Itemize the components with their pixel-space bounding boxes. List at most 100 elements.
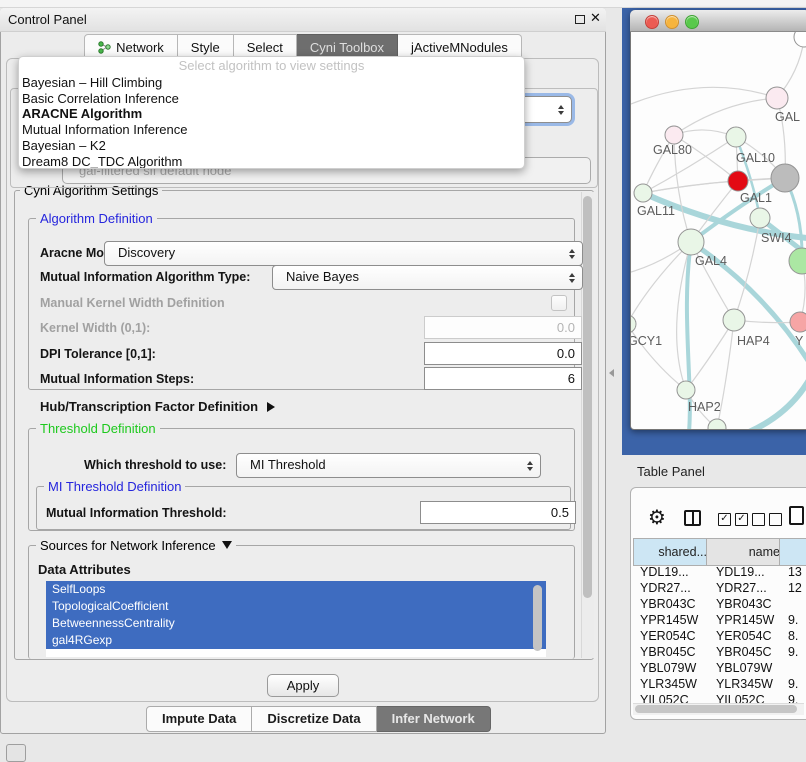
table-row[interactable]: YLR345WYLR345W9. <box>633 676 806 692</box>
node-label-hap2: HAP2 <box>688 400 721 414</box>
tab-infer-network[interactable]: Infer Network <box>377 706 491 732</box>
network-node[interactable] <box>708 419 726 429</box>
table-row[interactable]: YDR27...YDR27...12 <box>633 580 806 596</box>
network-node-gal10[interactable] <box>726 127 746 147</box>
select-all-checks-icon[interactable]: ✓✓ <box>718 513 748 526</box>
algorithm-option[interactable]: Mutual Information Inference <box>19 122 524 138</box>
table-row[interactable]: YPR145WYPR145W9. <box>633 612 806 628</box>
export-table-icon[interactable] <box>789 506 804 525</box>
table-row[interactable]: YER054CYER054C8. <box>633 628 806 644</box>
sources-title: Sources for Network Inference <box>40 538 216 553</box>
attribute-list-item[interactable]: BetweennessCentrality <box>46 615 546 632</box>
split-columns-icon[interactable] <box>684 510 701 526</box>
attributes-scrollbar-thumb[interactable] <box>533 585 542 651</box>
minimize-traffic-icon[interactable] <box>665 15 679 29</box>
mi-steps-input[interactable] <box>424 367 582 390</box>
table-row[interactable]: YBL079WYBL079W <box>633 660 806 676</box>
network-node-hap2[interactable] <box>677 381 695 399</box>
network-node-hap4[interactable] <box>723 309 745 331</box>
network-node-gal80[interactable] <box>665 126 683 144</box>
table-cell: YER054C <box>706 628 782 644</box>
network-node-gal1[interactable] <box>728 171 748 191</box>
algorithm-option[interactable]: Bayesian – Hill Climbing <box>19 75 524 91</box>
algorithm-option[interactable]: ARACNE Algorithm <box>19 106 524 122</box>
column-header-shared...[interactable]: shared... <box>633 538 716 566</box>
attribute-list-item[interactable]: gal4RGexp <box>46 632 546 649</box>
settings-scrollbar-thumb[interactable] <box>583 196 592 598</box>
network-edge[interactable] <box>749 380 806 429</box>
algorithm-option[interactable]: Basic Correlation Inference <box>19 91 524 107</box>
column-header-extra[interactable] <box>779 538 806 566</box>
table-row[interactable]: YIL052CYIL052C9. <box>633 692 806 703</box>
algorithm-popup-hint: Select algorithm to view settings <box>19 57 524 75</box>
algorithm-dropdown-popup: Select algorithm to view settings Bayesi… <box>18 56 525 169</box>
mi-type-value: Naive Bayes <box>286 269 359 284</box>
hub-section-toggle[interactable]: Hub/Transcription Factor Definition <box>40 399 275 414</box>
network-node-gal[interactable] <box>766 87 788 109</box>
table-hscrollbar-thumb[interactable] <box>635 705 797 713</box>
network-node-gal11[interactable] <box>634 184 652 202</box>
which-threshold-label: Which threshold to use: <box>84 458 226 472</box>
mi-type-combobox[interactable]: Naive Bayes <box>272 265 583 290</box>
apply-button[interactable]: Apply <box>267 674 339 697</box>
table-cell: YLR345W <box>706 676 782 692</box>
network-node-gal4[interactable] <box>678 229 704 255</box>
combo-stepper-icon <box>569 249 575 259</box>
network-canvas[interactable]: GALGAL80GAL10GAL1GAL11SWI4GAL4GCY1HAP4YH… <box>631 32 806 429</box>
collapse-down-icon <box>222 541 232 549</box>
table-row[interactable]: YBR043CYBR043C <box>633 596 806 612</box>
splitter-collapse-icon[interactable] <box>609 369 614 377</box>
manual-kernel-checkbox[interactable] <box>551 295 567 311</box>
tab-discretize-data[interactable]: Discretize Data <box>252 706 376 732</box>
algorithm-option[interactable]: Dream8 DC_TDC Algorithm <box>19 154 524 169</box>
gear-icon[interactable]: ⚙ <box>648 505 666 530</box>
table-cell: YBR045C <box>633 644 706 660</box>
table-cell <box>782 596 806 612</box>
node-label-gal80: GAL80 <box>653 143 692 157</box>
aracne-mode-combobox[interactable]: Discovery <box>104 241 583 266</box>
table-cell: YDR27... <box>706 580 782 596</box>
table-panel-title: Table Panel <box>637 464 705 479</box>
network-node[interactable] <box>771 164 799 192</box>
kernel-width-input[interactable] <box>424 316 582 339</box>
table-cell: 12 <box>782 580 806 596</box>
table-cell: YLR345W <box>633 676 706 692</box>
which-threshold-combobox[interactable]: MI Threshold <box>236 453 541 478</box>
network-edge[interactable] <box>631 242 691 324</box>
network-node-swi4[interactable] <box>750 208 770 228</box>
node-label-y: Y <box>795 334 804 348</box>
restore-panel-button[interactable] <box>6 744 26 762</box>
float-panel-icon[interactable] <box>575 15 585 24</box>
network-edge[interactable] <box>631 87 777 104</box>
sources-legend[interactable]: Sources for Network Inference <box>36 538 236 553</box>
table-row[interactable]: YBR045CYBR045C9. <box>633 644 806 660</box>
column-header-name[interactable]: name <box>706 538 789 566</box>
close-traffic-icon[interactable] <box>645 15 659 29</box>
combo-stepper-icon <box>527 461 533 471</box>
algorithm-option[interactable]: Bayesian – K2 <box>19 138 524 154</box>
network-node[interactable] <box>789 248 806 274</box>
close-icon[interactable]: ✕ <box>590 10 601 26</box>
attribute-list-item[interactable]: SelfLoops <box>46 581 546 598</box>
combo-stepper-icon <box>569 273 575 283</box>
network-node-gcy1[interactable] <box>631 315 636 333</box>
table-cell <box>782 660 806 676</box>
network-edge[interactable] <box>674 98 777 135</box>
network-node[interactable] <box>794 32 806 47</box>
mi-threshold-input[interactable] <box>420 501 576 524</box>
table-cell: 9. <box>782 644 806 660</box>
tab-impute-data[interactable]: Impute Data <box>146 706 252 732</box>
network-edge[interactable] <box>686 320 734 390</box>
attribute-list-item[interactable]: TopologicalCoefficient <box>46 598 546 615</box>
data-attributes-label: Data Attributes <box>38 562 131 577</box>
network-node-y[interactable] <box>790 312 806 332</box>
data-attributes-list[interactable]: SelfLoopsTopologicalCoefficientBetweenne… <box>46 581 546 657</box>
deselect-all-checks-icon[interactable] <box>752 513 782 526</box>
table-cell: 8. <box>782 628 806 644</box>
table-cell: 9. <box>782 692 806 703</box>
dpi-tolerance-input[interactable] <box>424 342 582 365</box>
network-edge[interactable] <box>734 218 760 320</box>
zoom-traffic-icon[interactable] <box>685 15 699 29</box>
network-edge[interactable] <box>643 181 738 193</box>
table-row[interactable]: YDL19...YDL19...13 <box>633 564 806 580</box>
